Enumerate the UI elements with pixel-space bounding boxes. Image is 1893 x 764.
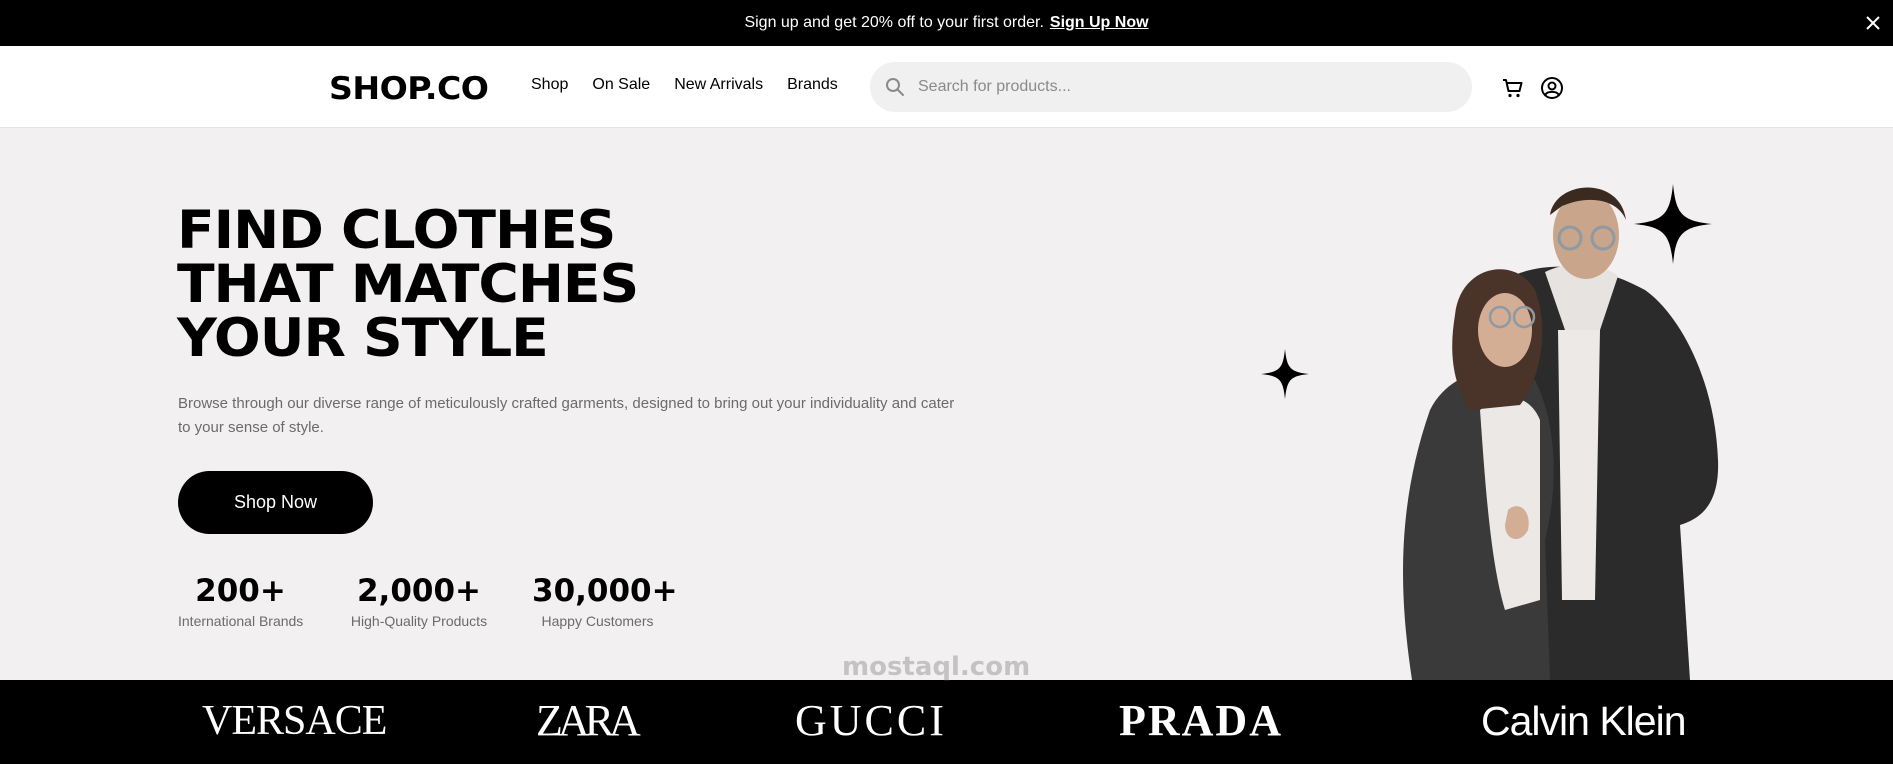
brand-logo-calvin-klein[interactable]: Calvin Klein: [1481, 698, 1686, 744]
close-icon[interactable]: [1861, 11, 1885, 35]
hero-title: FIND CLOTHES THAT MATCHES YOUR STYLE: [177, 200, 639, 369]
stat-label: High-Quality Products: [350, 613, 488, 629]
hero-model-image: [1403, 187, 1719, 680]
stat-label: International Brands: [178, 613, 304, 629]
hero-title-line: YOUR STYLE: [177, 308, 549, 369]
stat-brands: 200+ International Brands: [178, 571, 303, 629]
brand-logo-gucci[interactable]: GUCCI: [795, 698, 947, 744]
nav-item-on-sale[interactable]: On Sale: [592, 76, 650, 94]
search-icon: [884, 76, 906, 98]
hero-description: Browse through our diverse range of meti…: [178, 395, 955, 436]
site-header: SHOP.CO Shop On Sale New Arrivals Brands: [0, 46, 1893, 128]
account-icon[interactable]: [1539, 75, 1565, 101]
hero-title-line: THAT MATCHES: [177, 254, 639, 315]
stat-products: 2,000+ High-Quality Products: [350, 571, 488, 629]
stat-value: 2,000+: [356, 573, 482, 609]
brand-logo-prada[interactable]: PRADA: [1119, 698, 1283, 744]
shop-now-button[interactable]: Shop Now: [178, 471, 373, 534]
cart-icon[interactable]: [1500, 75, 1526, 101]
nav-item-new-arrivals[interactable]: New Arrivals: [674, 76, 763, 94]
watermark: mostaql.com: [842, 652, 1031, 682]
search-input[interactable]: [918, 78, 1438, 96]
brands-bar: VERSACE ZARA GUCCI PRADA Calvin Klein: [0, 680, 1893, 764]
promo-bar: Sign up and get 20% off to your first or…: [0, 0, 1893, 46]
brand-logo-zara[interactable]: ZARA: [536, 698, 641, 744]
stat-value: 200+: [195, 573, 286, 609]
logo[interactable]: SHOP.CO: [329, 71, 489, 107]
sign-up-link[interactable]: Sign Up Now: [1050, 14, 1149, 32]
search-bar[interactable]: [870, 62, 1472, 112]
nav-item-shop[interactable]: Shop: [531, 76, 568, 94]
stat-value: 30,000+: [532, 573, 678, 609]
brand-logo-versace[interactable]: VERSACE: [202, 698, 387, 744]
stat-customers: 30,000+ Happy Customers: [532, 571, 678, 629]
hero-title-line: FIND CLOTHES: [177, 200, 616, 261]
nav-item-brands[interactable]: Brands: [787, 76, 838, 94]
main-nav: Shop On Sale New Arrivals Brands: [531, 76, 862, 94]
stat-label: Happy Customers: [541, 613, 654, 629]
promo-text: Sign up and get 20% off to your first or…: [744, 14, 1044, 31]
